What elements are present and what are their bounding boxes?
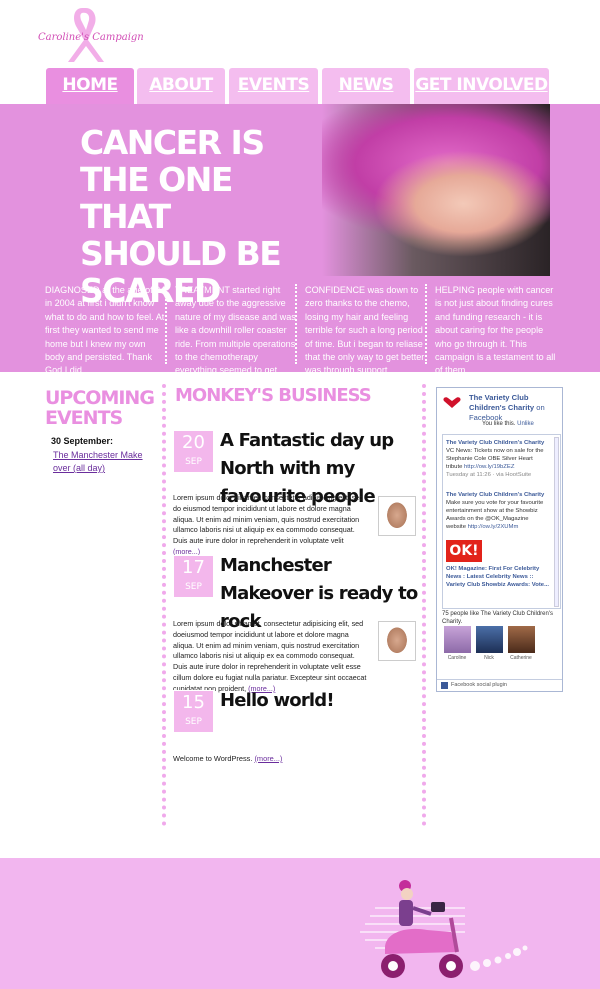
- post-thumbnail[interactable]: [378, 621, 416, 661]
- feed-author[interactable]: The Variety Club Children's Charity: [446, 440, 544, 446]
- feed-link-title[interactable]: OK! Magazine: First For Celebrity News :…: [446, 566, 549, 588]
- post-excerpt: Lorem ipsum dolor sit amet, consectetur …: [173, 619, 371, 695]
- post-excerpt-text: Welcome to WordPress.: [173, 754, 253, 763]
- face-name: Catherine: [510, 655, 532, 661]
- hero-portrait-photo: [322, 104, 550, 276]
- variety-club-logo-icon: [443, 397, 461, 408]
- post-date-badge: 17 SEP: [173, 555, 214, 598]
- hero-divider: [165, 284, 167, 364]
- facebook-page-link[interactable]: The Variety Club Children's Charity: [469, 393, 534, 412]
- column-divider: [162, 384, 166, 826]
- avatar[interactable]: [476, 626, 503, 653]
- post-month: SEP: [185, 582, 202, 592]
- nav-home[interactable]: HOME: [45, 67, 135, 105]
- facebook-faces: Caroline Nick Catherine: [442, 626, 560, 662]
- nav-news[interactable]: NEWS: [321, 67, 411, 105]
- post-excerpt-text: Lorem ipsum dolor sit amet, consectetur …: [173, 619, 367, 693]
- post-excerpt: Lorem ipsum dolor sit amet, consectetur …: [173, 493, 371, 558]
- feed-link[interactable]: http://ow.ly/2XUMm: [468, 524, 519, 530]
- facebook-feed[interactable]: The Variety Club Children's Charity VC N…: [442, 434, 561, 609]
- unlike-link[interactable]: Unlike: [517, 421, 534, 427]
- feed-link[interactable]: http://ow.ly/19bZEZ: [464, 464, 514, 470]
- hero-column-treatment: TREATMENT started right away due to the …: [175, 285, 296, 389]
- facebook-page-name: The Variety Club Children's Charity on F…: [469, 393, 561, 423]
- ok-magazine-logo[interactable]: OK!: [446, 540, 482, 562]
- read-more-link[interactable]: (more...): [254, 754, 282, 763]
- post-thumbnail[interactable]: [378, 496, 416, 536]
- scooter-girl-illustration: [360, 880, 528, 978]
- event-date: 30 September:: [51, 436, 114, 446]
- facebook-like-status: You like this. Unlike: [482, 421, 534, 427]
- feed-scrollbar[interactable]: [554, 437, 559, 607]
- facebook-plugin-footer[interactable]: Facebook social plugin: [437, 679, 562, 691]
- post-date-badge: 20 SEP: [173, 430, 214, 473]
- post-month: SEP: [185, 717, 202, 727]
- face-name: Caroline: [447, 655, 467, 661]
- logo-text: Caroline's Campaign: [38, 32, 144, 43]
- feed-item: OK! Magazine: First For Celebrity News :…: [446, 565, 550, 589]
- face-name: Nick: [484, 655, 494, 661]
- post-excerpt: Welcome to WordPress. (more...): [173, 754, 282, 763]
- main-nav: HOME ABOUT EVENTS NEWS GET INVOLVED: [45, 67, 550, 105]
- post-date-badge: 15 SEP: [173, 690, 214, 733]
- hero-column-confidence: CONFIDENCE was down to zero thanks to th…: [305, 285, 425, 376]
- feed-item: The Variety Club Children's Charity Make…: [446, 491, 550, 531]
- events-title: UPCOMING EVENTS: [45, 387, 155, 429]
- avatar[interactable]: [444, 626, 471, 653]
- post-day: 15: [182, 692, 205, 713]
- post-day: 17: [182, 557, 205, 578]
- facebook-on-label: on: [536, 403, 545, 412]
- avatar[interactable]: [508, 626, 535, 653]
- hero-column-helping: HELPING people with cancer is not just a…: [435, 285, 556, 376]
- column-divider: [422, 384, 426, 826]
- site-logo[interactable]: Caroline's Campaign: [38, 4, 144, 64]
- section-title: MONKEY'S BUSINESS: [175, 385, 372, 406]
- feed-author[interactable]: The Variety Club Children's Charity: [446, 492, 544, 498]
- footer: [0, 858, 600, 989]
- hero-title: CANCER IS THE ONE THAT SHOULD BE SCARED: [80, 123, 282, 310]
- facebook-like-box: The Variety Club Children's Charity on F…: [436, 387, 563, 692]
- feed-item: The Variety Club Children's Charity VC N…: [446, 439, 550, 479]
- feed-meta: Tuesday at 11:26 · via HootSuite: [446, 472, 532, 478]
- hero-divider: [295, 284, 297, 364]
- you-like-text: You like this.: [482, 421, 516, 427]
- hero-banner: CANCER IS THE ONE THAT SHOULD BE SCARED …: [0, 104, 600, 389]
- facebook-plugin-label: Facebook social plugin: [451, 682, 507, 688]
- post-day: 20: [182, 432, 205, 453]
- facebook-like-count: 75 people like The Variety Club Children…: [442, 611, 553, 625]
- nav-events[interactable]: EVENTS: [228, 67, 319, 105]
- event-link[interactable]: The Manchester Make over (all day): [53, 449, 158, 475]
- nav-get-involved[interactable]: GET INVOLVED: [413, 67, 550, 105]
- facebook-icon: [441, 682, 448, 689]
- hero-divider: [425, 284, 427, 364]
- post-excerpt-text: Lorem ipsum dolor sit amet, consectetur …: [173, 493, 364, 546]
- hero-column-diagnosed: DIAGNOSED at the age of 34 in 2004 at fi…: [45, 285, 166, 376]
- post-title[interactable]: Hello world!: [220, 687, 420, 715]
- nav-about[interactable]: ABOUT: [136, 67, 226, 105]
- post-month: SEP: [185, 457, 202, 467]
